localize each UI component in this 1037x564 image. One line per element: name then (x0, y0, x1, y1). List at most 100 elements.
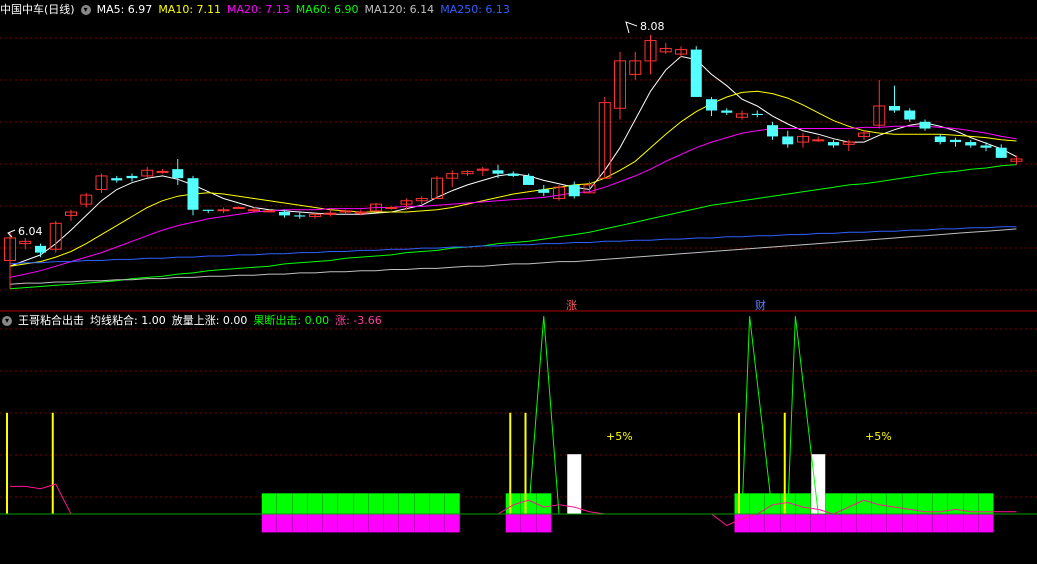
magenta-bar-50 (765, 514, 780, 533)
candle-body (187, 178, 199, 210)
candle-35 (538, 184, 550, 197)
candle-44 (675, 46, 687, 58)
candle-43 (659, 42, 672, 55)
event-cai[interactable]: 财 (755, 298, 766, 312)
green-bar-54 (826, 493, 841, 514)
candle-body (279, 212, 290, 216)
candle-body (111, 178, 123, 181)
magenta-bar-53 (810, 514, 826, 533)
magenta-bar-21 (322, 514, 338, 533)
magenta-bar-33 (505, 514, 521, 533)
candle-body (904, 110, 916, 120)
chart-canvas: 8.08 6.04 涨 财 +5% +5% (0, 20, 1037, 533)
green-bar-20 (307, 493, 323, 514)
candle-body (507, 173, 519, 176)
candle-54 (828, 139, 839, 148)
candle-13 (202, 209, 214, 214)
candle-62 (950, 137, 961, 147)
candle-46 (706, 96, 717, 117)
green-bar-21 (322, 493, 338, 514)
candle-14 (217, 207, 230, 214)
magenta-bar-28 (429, 514, 445, 533)
candle-22 (339, 209, 352, 215)
candle-58 (889, 85, 900, 113)
candle-53 (812, 136, 825, 143)
candle-60 (919, 119, 931, 131)
candle-9 (141, 166, 154, 179)
plus5-b: +5% (865, 430, 892, 443)
candle-47 (721, 108, 733, 116)
green-bar-62 (948, 493, 963, 514)
candle-12 (187, 175, 199, 216)
green-bar-25 (383, 493, 399, 514)
candle-41 (629, 51, 642, 81)
lower-indicator (0, 316, 1037, 533)
candle-body (706, 99, 717, 111)
magenta-bar-34 (521, 514, 536, 533)
magenta-bar-24 (368, 514, 384, 533)
magenta-bar-18 (277, 514, 292, 533)
candle-0 (4, 232, 16, 289)
ma-line-ma60 (9, 164, 1017, 290)
green-bar-59 (902, 493, 918, 514)
candle-body (126, 175, 138, 179)
candle-body (156, 170, 169, 173)
white-bar-53 (811, 454, 826, 514)
candle-body (172, 169, 184, 179)
green-bar-19 (292, 493, 308, 514)
candle-10 (156, 169, 169, 174)
green-bar-27 (414, 493, 430, 514)
magenta-bar-27 (414, 514, 430, 533)
green-bar-64 (978, 493, 994, 514)
candle-21 (324, 209, 337, 217)
candle-5 (80, 192, 93, 208)
spike-1 (741, 316, 773, 515)
candle-body (721, 110, 733, 113)
candle-61 (934, 134, 946, 145)
candle-48 (736, 110, 748, 120)
candle-body (248, 209, 260, 212)
magenta-bar-22 (338, 514, 353, 533)
magenta-bar-63 (963, 514, 979, 533)
candle-37 (568, 181, 580, 199)
candle-28 (431, 175, 443, 199)
magenta-bar-55 (841, 514, 857, 533)
candle-body (889, 105, 900, 111)
magenta-bar-64 (978, 514, 994, 533)
candle-40 (614, 51, 626, 120)
candle-6 (95, 173, 108, 193)
ma-line-ma250 (9, 226, 1017, 265)
ma-line-ma5 (9, 55, 1017, 267)
candle-body (950, 139, 961, 143)
candle-36 (553, 184, 565, 201)
low-label: 6.04 (18, 225, 43, 238)
plus5-a: +5% (606, 430, 633, 443)
event-zhang[interactable]: 涨 (566, 299, 577, 312)
candle-19 (294, 212, 306, 219)
candle-29 (446, 170, 459, 188)
candle-45 (690, 46, 702, 97)
candle-7 (111, 175, 123, 183)
candle-body (751, 113, 763, 116)
candle-52 (797, 133, 809, 148)
green-bar-55 (841, 493, 857, 514)
candle-body (202, 209, 214, 211)
candle-49 (751, 110, 763, 118)
magenta-bar-19 (292, 514, 308, 533)
grid-lines (0, 37, 1037, 498)
candle-59 (904, 108, 916, 122)
magenta-bar-54 (826, 514, 841, 533)
candle-8 (126, 173, 138, 182)
magenta-bar-29 (444, 514, 460, 533)
green-bar-28 (429, 493, 445, 514)
candle-body (263, 210, 276, 213)
candle-42 (644, 34, 657, 75)
green-bar-58 (887, 493, 902, 514)
spike-0 (528, 316, 560, 515)
candle-57 (873, 80, 886, 129)
low-marker (7, 229, 16, 238)
candle-body (217, 209, 230, 212)
high-label: 8.08 (640, 20, 665, 33)
ma-line-ma120 (9, 228, 1017, 285)
magenta-bar-56 (856, 514, 872, 533)
